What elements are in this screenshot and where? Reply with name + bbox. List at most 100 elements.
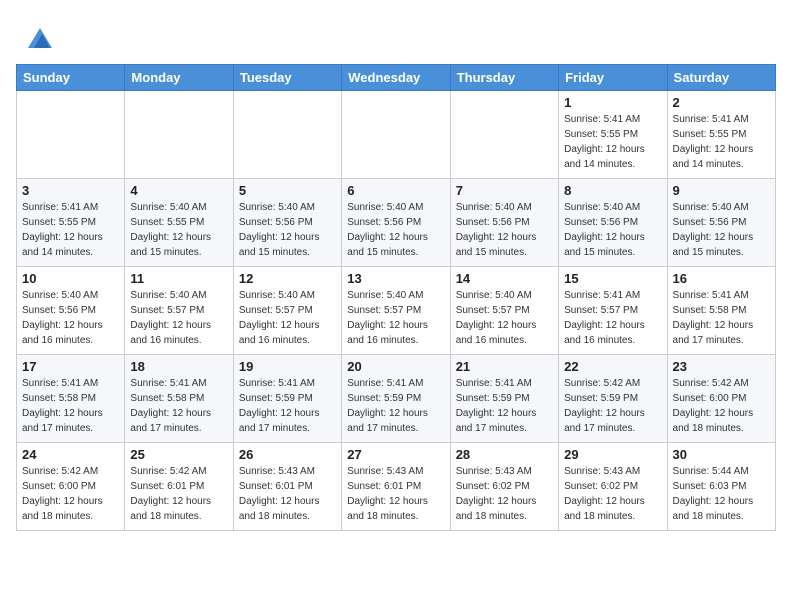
calendar-cell: 25Sunrise: 5:42 AM Sunset: 6:01 PM Dayli… <box>125 443 233 531</box>
day-number: 13 <box>347 271 444 286</box>
day-number: 10 <box>22 271 119 286</box>
day-number: 8 <box>564 183 661 198</box>
day-info: Sunrise: 5:42 AM Sunset: 5:59 PM Dayligh… <box>564 376 661 436</box>
day-number: 6 <box>347 183 444 198</box>
calendar-cell: 30 Sunrise: 5:44 AM Sunset: 6:03 PM Dayli… <box>667 443 775 531</box>
day-number: 19 <box>239 359 336 374</box>
calendar-cell: 26 Sunrise: 5:43 AM Sunset: 6:01 PM Dayli… <box>233 443 341 531</box>
calendar-cell: 14Sunrise: 5:40 AM Sunset: 5:57 PM Dayli… <box>450 267 558 355</box>
day-number: 18 <box>130 359 227 374</box>
day-info: Sunrise: 5:41 AM Sunset: 5:58 PM Dayligh… <box>22 376 119 436</box>
calendar-cell: 6 Sunrise: 5:40 AM Sunset: 5:56 PM Daylig… <box>342 179 450 267</box>
calendar-cell <box>233 91 341 179</box>
day-info: Sunrise: 5:40 AM Sunset: 5:55 PM Dayligh… <box>130 200 227 260</box>
day-number: 28 <box>456 447 553 462</box>
day-info: Sunrise: 5:40 AM Sunset: 5:56 PM Dayligh… <box>22 288 119 348</box>
day-info: Sunrise: 5:40 AM Sunset: 5:57 PM Dayligh… <box>239 288 336 348</box>
day-info: Sunrise: 5:40 AM Sunset: 5:56 PM Dayligh… <box>456 200 553 260</box>
day-info: Sunrise: 5:40 AM Sunset: 5:56 PM Dayligh… <box>564 200 661 260</box>
day-number: 20 <box>347 359 444 374</box>
calendar-week-row: 10 Sunrise: 5:40 AM Sunset: 5:56 PM Dayli… <box>17 267 776 355</box>
calendar-cell: 15Sunrise: 5:41 AM Sunset: 5:57 PM Dayli… <box>559 267 667 355</box>
day-number: 30 <box>673 447 770 462</box>
calendar-cell: 1 Sunrise: 5:41 AM Sunset: 5:55 PM Daylig… <box>559 91 667 179</box>
day-number: 7 <box>456 183 553 198</box>
day-info: Sunrise: 5:41 AM Sunset: 5:55 PM Dayligh… <box>22 200 119 260</box>
day-info: Sunrise: 5:41 AM Sunset: 5:59 PM Dayligh… <box>456 376 553 436</box>
calendar-cell: 29Sunrise: 5:43 AM Sunset: 6:02 PM Dayli… <box>559 443 667 531</box>
day-number: 3 <box>22 183 119 198</box>
day-info: Sunrise: 5:41 AM Sunset: 5:59 PM Dayligh… <box>347 376 444 436</box>
calendar-cell: 11 Sunrise: 5:40 AM Sunset: 5:57 PM Dayli… <box>125 267 233 355</box>
day-info: Sunrise: 5:43 AM Sunset: 6:02 PM Dayligh… <box>564 464 661 524</box>
day-info: Sunrise: 5:40 AM Sunset: 5:56 PM Dayligh… <box>347 200 444 260</box>
header <box>16 16 776 56</box>
calendar-cell: 10 Sunrise: 5:40 AM Sunset: 5:56 PM Dayli… <box>17 267 125 355</box>
day-number: 5 <box>239 183 336 198</box>
day-number: 11 <box>130 271 227 286</box>
day-number: 1 <box>564 95 661 110</box>
calendar-cell: 5 Sunrise: 5:40 AM Sunset: 5:56 PM Daylig… <box>233 179 341 267</box>
day-info: Sunrise: 5:41 AM Sunset: 5:58 PM Dayligh… <box>130 376 227 436</box>
day-number: 21 <box>456 359 553 374</box>
day-number: 23 <box>673 359 770 374</box>
day-info: Sunrise: 5:40 AM Sunset: 5:56 PM Dayligh… <box>673 200 770 260</box>
calendar-header: SundayMondayTuesdayWednesdayThursdayFrid… <box>17 65 776 91</box>
calendar-cell <box>342 91 450 179</box>
day-info: Sunrise: 5:42 AM Sunset: 6:00 PM Dayligh… <box>673 376 770 436</box>
day-info: Sunrise: 5:41 AM Sunset: 5:55 PM Dayligh… <box>564 112 661 172</box>
calendar-cell: 27Sunrise: 5:43 AM Sunset: 6:01 PM Dayli… <box>342 443 450 531</box>
weekday-row: SundayMondayTuesdayWednesdayThursdayFrid… <box>17 65 776 91</box>
day-number: 16 <box>673 271 770 286</box>
calendar-cell: 7 Sunrise: 5:40 AM Sunset: 5:56 PM Daylig… <box>450 179 558 267</box>
calendar-cell: 13 Sunrise: 5:40 AM Sunset: 5:57 PM Dayli… <box>342 267 450 355</box>
day-number: 24 <box>22 447 119 462</box>
calendar-body: 1 Sunrise: 5:41 AM Sunset: 5:55 PM Daylig… <box>17 91 776 531</box>
day-info: Sunrise: 5:40 AM Sunset: 5:57 PM Dayligh… <box>130 288 227 348</box>
day-info: Sunrise: 5:43 AM Sunset: 6:02 PM Dayligh… <box>456 464 553 524</box>
day-number: 26 <box>239 447 336 462</box>
calendar-cell: 22 Sunrise: 5:42 AM Sunset: 5:59 PM Dayli… <box>559 355 667 443</box>
weekday-header: Wednesday <box>342 65 450 91</box>
calendar-cell: 19 Sunrise: 5:41 AM Sunset: 5:59 PM Dayli… <box>233 355 341 443</box>
day-info: Sunrise: 5:43 AM Sunset: 6:01 PM Dayligh… <box>239 464 336 524</box>
calendar-week-row: 24Sunrise: 5:42 AM Sunset: 6:00 PM Dayli… <box>17 443 776 531</box>
calendar-cell: 23 Sunrise: 5:42 AM Sunset: 6:00 PM Dayli… <box>667 355 775 443</box>
weekday-header: Friday <box>559 65 667 91</box>
calendar-cell: 20 Sunrise: 5:41 AM Sunset: 5:59 PM Dayli… <box>342 355 450 443</box>
calendar-cell: 17 Sunrise: 5:41 AM Sunset: 5:58 PM Dayli… <box>17 355 125 443</box>
day-info: Sunrise: 5:44 AM Sunset: 6:03 PM Dayligh… <box>673 464 770 524</box>
calendar-cell: 2Sunrise: 5:41 AM Sunset: 5:55 PM Daylig… <box>667 91 775 179</box>
day-number: 4 <box>130 183 227 198</box>
calendar-cell: 12 Sunrise: 5:40 AM Sunset: 5:57 PM Dayli… <box>233 267 341 355</box>
calendar-cell: 24Sunrise: 5:42 AM Sunset: 6:00 PM Dayli… <box>17 443 125 531</box>
day-info: Sunrise: 5:40 AM Sunset: 5:57 PM Dayligh… <box>347 288 444 348</box>
day-number: 2 <box>673 95 770 110</box>
day-number: 17 <box>22 359 119 374</box>
weekday-header: Tuesday <box>233 65 341 91</box>
weekday-header: Sunday <box>17 65 125 91</box>
calendar-week-row: 1 Sunrise: 5:41 AM Sunset: 5:55 PM Daylig… <box>17 91 776 179</box>
calendar-cell: 4 Sunrise: 5:40 AM Sunset: 5:55 PM Daylig… <box>125 179 233 267</box>
day-info: Sunrise: 5:41 AM Sunset: 5:59 PM Dayligh… <box>239 376 336 436</box>
logo-icon <box>20 20 56 56</box>
calendar-cell <box>17 91 125 179</box>
calendar-cell: 28 Sunrise: 5:43 AM Sunset: 6:02 PM Dayli… <box>450 443 558 531</box>
day-number: 22 <box>564 359 661 374</box>
calendar-week-row: 3 Sunrise: 5:41 AM Sunset: 5:55 PM Daylig… <box>17 179 776 267</box>
calendar-cell: 18 Sunrise: 5:41 AM Sunset: 5:58 PM Dayli… <box>125 355 233 443</box>
calendar-cell: 21 Sunrise: 5:41 AM Sunset: 5:59 PM Dayli… <box>450 355 558 443</box>
day-info: Sunrise: 5:40 AM Sunset: 5:57 PM Dayligh… <box>456 288 553 348</box>
calendar-cell: 16Sunrise: 5:41 AM Sunset: 5:58 PM Dayli… <box>667 267 775 355</box>
calendar-cell: 8 Sunrise: 5:40 AM Sunset: 5:56 PM Daylig… <box>559 179 667 267</box>
weekday-header: Thursday <box>450 65 558 91</box>
day-number: 9 <box>673 183 770 198</box>
calendar-cell <box>450 91 558 179</box>
calendar-table: SundayMondayTuesdayWednesdayThursdayFrid… <box>16 64 776 531</box>
logo <box>16 20 56 56</box>
calendar-cell: 9 Sunrise: 5:40 AM Sunset: 5:56 PM Daylig… <box>667 179 775 267</box>
weekday-header: Saturday <box>667 65 775 91</box>
weekday-header: Monday <box>125 65 233 91</box>
day-info: Sunrise: 5:40 AM Sunset: 5:56 PM Dayligh… <box>239 200 336 260</box>
day-number: 12 <box>239 271 336 286</box>
